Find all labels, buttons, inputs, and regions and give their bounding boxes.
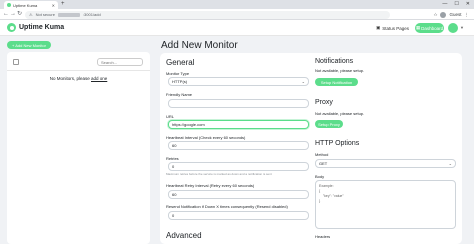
monitor-type-select[interactable]: HTTP(s) ⌄: [168, 77, 309, 86]
heartbeat-interval-field[interactable]: 60: [168, 141, 309, 150]
browser-tabstrip: Uptime Kuma ✕ + — ☐ ✕: [0, 0, 474, 9]
http-options-heading: HTTP Options: [315, 140, 360, 147]
security-label: Not secure: [35, 12, 55, 17]
monitor-type-value: HTTP(s): [172, 79, 188, 84]
body-label: Body: [315, 174, 325, 179]
empty-monitor-message: No Monitors, please add one: [7, 76, 150, 81]
search-input[interactable]: [97, 58, 143, 66]
proxy-heading: Proxy: [315, 99, 333, 106]
url-label: URL: [166, 114, 175, 119]
body-textarea[interactable]: Example: { "key": "value" }: [315, 180, 456, 229]
friendly-name-field[interactable]: [168, 99, 309, 108]
page-title: Add New Monitor: [161, 40, 238, 51]
chevron-down-icon[interactable]: ▼: [460, 24, 464, 32]
status-pages-icon: ▣: [376, 25, 381, 30]
forward-icon[interactable]: →: [10, 10, 16, 19]
status-pages-link[interactable]: ▣ Status Pages: [376, 23, 409, 33]
browser-toolbar: ← → ↻ ⚠ Not secure :3001/add ☆ Guest ⋮: [0, 9, 474, 20]
uptime-kuma-logo-icon[interactable]: [7, 23, 16, 32]
chevron-down-icon: ⌄: [448, 161, 452, 166]
general-heading: General: [166, 58, 195, 67]
monitor-list-panel: No Monitors, please add one: [7, 52, 150, 244]
retries-label: Retries: [166, 156, 179, 161]
url-text: :3001/add: [82, 12, 101, 17]
dashboard-icon: ▦: [415, 25, 421, 30]
add-monitor-form: General Monitor Type HTTP(s) ⌄ Friendly …: [160, 53, 462, 244]
url-field[interactable]: https://google.com: [168, 120, 309, 129]
profile-label: Guest: [449, 12, 462, 17]
browser-menu-icon[interactable]: ⋮: [465, 10, 470, 19]
address-bar[interactable]: ⚠ Not secure :3001/add: [25, 10, 390, 19]
browser-tab-title: Uptime Kuma: [13, 2, 38, 8]
dashboard-button[interactable]: ▦ Dashboard: [415, 23, 444, 33]
setup-notification-button[interactable]: Setup Notification: [315, 78, 358, 86]
not-secure-icon: ⚠: [29, 12, 33, 17]
window-controls: — ☐ ✕: [442, 0, 470, 9]
divider: [7, 70, 150, 71]
retry-interval-field[interactable]: 60: [168, 190, 309, 199]
notifications-heading: Notifications: [315, 58, 354, 65]
star-icon[interactable]: ☆: [433, 10, 437, 19]
dashboard-label: Dashboard: [421, 25, 444, 31]
retries-field[interactable]: 0: [168, 162, 309, 171]
browser-tab[interactable]: Uptime Kuma ✕: [4, 1, 58, 9]
retries-hint: Maximum retries before the service is ma…: [166, 172, 272, 176]
select-all-checkbox[interactable]: [13, 59, 19, 65]
status-pages-label: Status Pages: [382, 25, 410, 31]
resend-notification-field[interactable]: 0: [168, 211, 309, 220]
add-new-monitor-button[interactable]: + Add New Monitor: [7, 41, 51, 49]
proxy-empty-text: Not available, please setup.: [315, 111, 365, 116]
uptime-kuma-favicon-icon: [7, 3, 11, 7]
method-label: Method: [315, 152, 329, 157]
monitor-type-label: Monitor Type: [166, 71, 190, 76]
user-avatar[interactable]: [448, 23, 458, 33]
guest-avatar-icon: [440, 11, 447, 18]
app-title[interactable]: Uptime Kuma: [19, 23, 64, 33]
close-window-icon[interactable]: ✕: [466, 0, 470, 9]
new-tab-button[interactable]: +: [61, 1, 65, 8]
friendly-name-label: Friendly Name: [166, 92, 193, 97]
resend-notification-label: Resend Notification if Down X times cons…: [166, 204, 288, 209]
back-icon[interactable]: ←: [3, 10, 9, 19]
advanced-heading: Advanced: [166, 231, 202, 240]
chevron-down-icon: ⌄: [301, 79, 305, 84]
app-header: Uptime Kuma ▣ Status Pages ▦ Dashboard ▼: [0, 20, 474, 36]
notifications-empty-text: Not available, please setup.: [315, 68, 365, 73]
maximize-icon[interactable]: ☐: [454, 0, 458, 9]
setup-proxy-button[interactable]: Setup Proxy: [315, 120, 343, 128]
empty-monitor-text: No Monitors, please: [49, 76, 91, 81]
method-select[interactable]: GET ⌄: [315, 159, 456, 168]
headers-label: Headers: [315, 234, 331, 239]
method-value: GET: [319, 161, 328, 166]
browser-profile[interactable]: ☆ Guest ⋮: [433, 10, 469, 19]
minimize-icon[interactable]: —: [442, 0, 447, 9]
close-tab-icon[interactable]: ✕: [52, 3, 55, 8]
heartbeat-interval-label: Heartbeat Interval (Check every 60 secon…: [166, 135, 246, 140]
reload-icon[interactable]: ↻: [17, 10, 22, 19]
retry-interval-label: Heartbeat Retry Interval (Retry every 60…: [166, 183, 255, 188]
add-one-link[interactable]: add one: [91, 76, 107, 81]
redacted-host: [57, 12, 80, 17]
